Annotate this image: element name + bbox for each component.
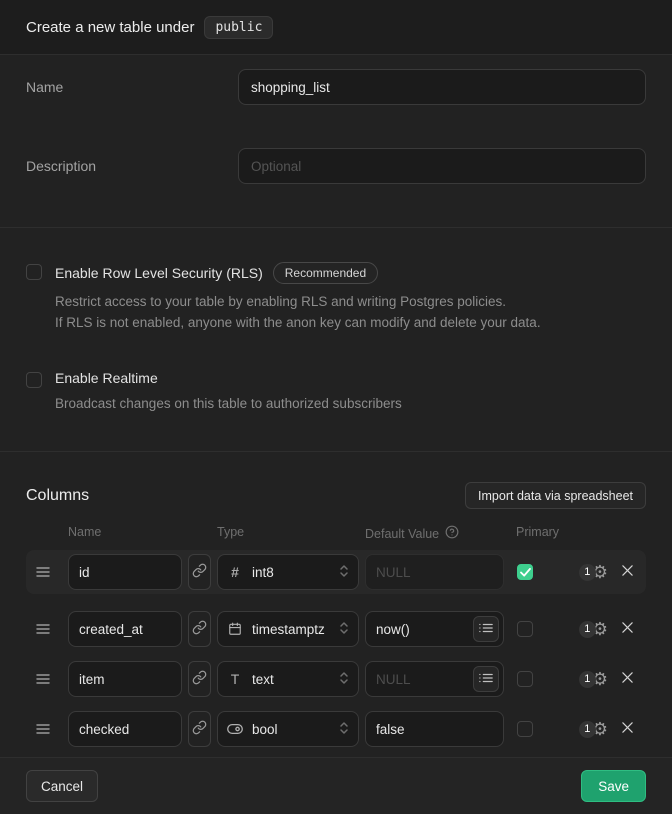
rls-description: Restrict access to your table by enablin… <box>55 291 541 333</box>
suggested-values-button[interactable] <box>473 616 499 642</box>
chevrons-icon <box>339 621 349 638</box>
recommended-badge: Recommended <box>273 262 378 284</box>
primary-checkbox[interactable] <box>517 721 533 737</box>
toggle-icon <box>227 723 243 735</box>
chevrons-icon <box>339 671 349 688</box>
column-type-value: int8 <box>252 565 330 580</box>
x-icon <box>621 721 634 737</box>
remove-column-button[interactable] <box>621 621 634 637</box>
rls-checkbox[interactable] <box>26 264 42 280</box>
table-options-section: Enable Row Level Security (RLS) Recommen… <box>0 228 672 452</box>
columns-section: Columns Import data via spreadsheet Name… <box>0 452 672 757</box>
column-name-input[interactable] <box>68 554 182 590</box>
default-value-input[interactable] <box>365 711 504 747</box>
foreign-key-button[interactable] <box>188 554 211 590</box>
save-button[interactable]: Save <box>581 770 646 802</box>
create-table-panel: Create a new table under public Name Des… <box>0 0 672 787</box>
column-type-value: text <box>252 672 330 687</box>
primary-checkbox[interactable] <box>517 621 533 637</box>
suggested-values-button[interactable] <box>473 666 499 692</box>
drag-handle-icon[interactable] <box>36 673 56 685</box>
settings-count-badge: 1 <box>579 564 596 581</box>
drag-handle-icon[interactable] <box>36 723 56 735</box>
realtime-checkbox[interactable] <box>26 372 42 388</box>
columns-rows: # int8 1⚙ timestamptz 1⚙ Ttext 1⚙ bool 1⚙ <box>26 550 646 751</box>
check-icon <box>520 564 531 580</box>
table-details-section: Name Description <box>0 55 672 228</box>
help-circle-icon[interactable] <box>445 525 459 542</box>
description-row: Description <box>26 148 646 184</box>
name-label: Name <box>26 69 238 105</box>
column-type-select[interactable]: # int8 <box>217 554 359 590</box>
link-icon <box>192 670 207 688</box>
column-type-select[interactable]: bool <box>217 711 359 747</box>
panel-footer: Cancel Save <box>0 757 672 814</box>
foreign-key-button[interactable] <box>188 611 211 647</box>
column-type-value: timestamptz <box>252 622 330 637</box>
column-type-select[interactable]: Ttext <box>217 661 359 697</box>
foreign-key-button[interactable] <box>188 661 211 697</box>
column-row: # int8 1⚙ <box>26 550 646 594</box>
list-icon <box>479 672 493 687</box>
column-row: timestamptz 1⚙ <box>26 607 646 651</box>
column-type-select[interactable]: timestamptz <box>217 611 359 647</box>
panel-title: Create a new table under <box>26 19 194 36</box>
realtime-option: Enable Realtime Broadcast changes on thi… <box>26 370 646 414</box>
column-settings-button[interactable]: 1⚙ <box>579 670 608 688</box>
letter-t-icon: T <box>227 671 243 687</box>
x-icon <box>621 564 634 580</box>
column-settings-button[interactable]: 1⚙ <box>579 720 608 738</box>
x-icon <box>621 621 634 637</box>
column-settings-button[interactable]: 1⚙ <box>579 563 608 581</box>
link-icon <box>192 720 207 738</box>
realtime-label: Enable Realtime <box>55 370 158 386</box>
column-type-value: bool <box>252 722 330 737</box>
panel-header: Create a new table under public <box>0 0 672 55</box>
import-spreadsheet-button[interactable]: Import data via spreadsheet <box>465 482 646 509</box>
columns-title: Columns <box>26 487 89 505</box>
link-icon <box>192 620 207 638</box>
calendar-icon <box>227 622 243 636</box>
description-label: Description <box>26 148 238 184</box>
column-settings-button[interactable]: 1⚙ <box>579 620 608 638</box>
remove-column-button[interactable] <box>621 564 634 580</box>
chevrons-icon <box>339 564 349 581</box>
rls-option: Enable Row Level Security (RLS) Recommen… <box>26 262 646 333</box>
column-name-input[interactable] <box>68 611 182 647</box>
drag-handle-icon[interactable] <box>36 566 56 578</box>
header-name: Name <box>68 525 217 542</box>
settings-count-badge: 1 <box>579 721 596 738</box>
table-name-input[interactable] <box>238 69 646 105</box>
cancel-button[interactable]: Cancel <box>26 770 98 802</box>
columns-table-headers: Name Type Default Value Primary <box>26 525 646 542</box>
remove-column-button[interactable] <box>621 671 634 687</box>
settings-count-badge: 1 <box>579 621 596 638</box>
column-row: bool 1⚙ <box>26 707 646 751</box>
schema-badge: public <box>204 16 273 39</box>
realtime-description: Broadcast changes on this table to autho… <box>55 393 402 414</box>
column-name-input[interactable] <box>68 711 182 747</box>
chevrons-icon <box>339 721 349 738</box>
column-row: Ttext 1⚙ <box>26 657 646 701</box>
header-type: Type <box>217 525 365 542</box>
primary-checkbox[interactable] <box>517 671 533 687</box>
settings-count-badge: 1 <box>579 671 596 688</box>
x-icon <box>621 671 634 687</box>
table-description-input[interactable] <box>238 148 646 184</box>
rls-label: Enable Row Level Security (RLS) <box>55 265 263 281</box>
foreign-key-button[interactable] <box>188 711 211 747</box>
header-default-value: Default Value <box>365 527 439 541</box>
hash-icon: # <box>227 564 243 580</box>
remove-column-button[interactable] <box>621 721 634 737</box>
column-name-input[interactable] <box>68 661 182 697</box>
primary-checkbox[interactable] <box>517 564 533 580</box>
drag-handle-icon[interactable] <box>36 623 56 635</box>
list-icon <box>479 622 493 637</box>
name-row: Name <box>26 69 646 105</box>
header-primary: Primary <box>516 525 559 542</box>
default-value-input <box>365 554 504 590</box>
link-icon <box>192 563 207 581</box>
